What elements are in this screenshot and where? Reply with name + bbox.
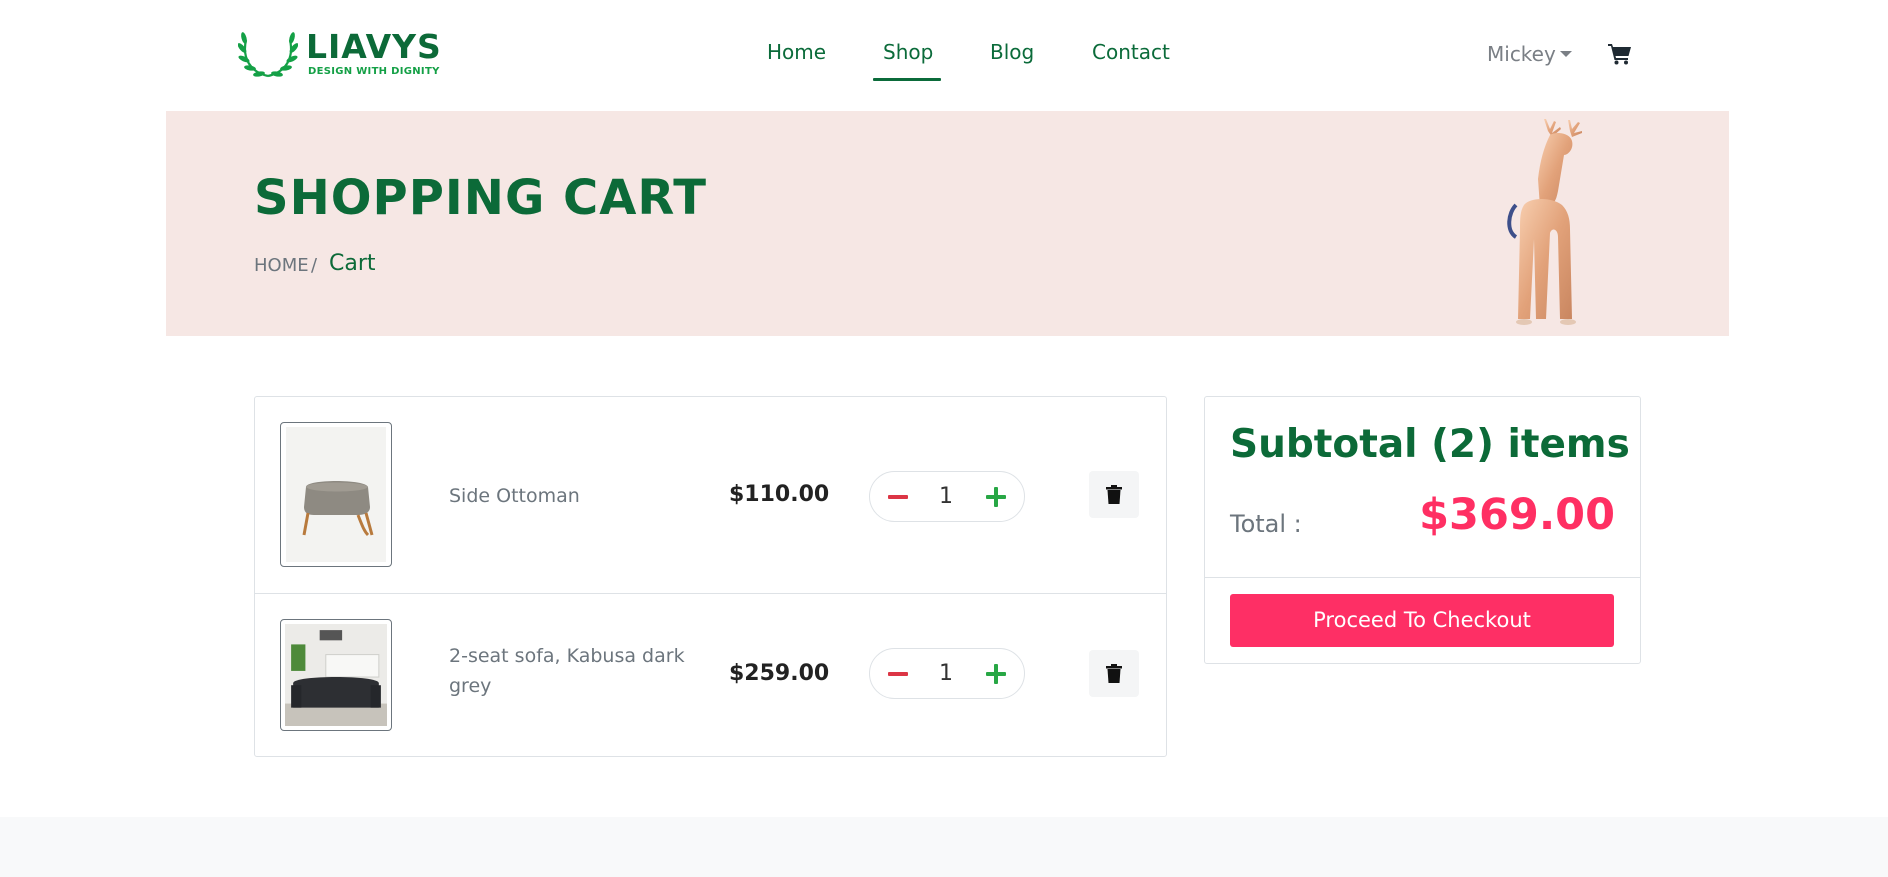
user-dropdown[interactable]: Mickey — [1487, 42, 1572, 66]
page-title: SHOPPING CART — [254, 170, 707, 226]
user-name: Mickey — [1487, 42, 1556, 66]
minus-icon[interactable] — [888, 665, 908, 683]
trash-icon — [1106, 664, 1122, 683]
plus-icon[interactable] — [986, 664, 1006, 684]
cart-icon[interactable] — [1608, 43, 1632, 65]
sofa-image[interactable] — [280, 619, 392, 731]
cart-list: Side Ottoman $110.00 1 2-seat sofa, Kabu… — [254, 396, 1167, 757]
breadcrumb-current: Cart — [329, 251, 376, 276]
item-price: $110.00 — [729, 482, 830, 507]
breadcrumb-separator: / — [311, 255, 318, 276]
brand-logo[interactable]: LIAVYS DESIGN WITH DIGNITY — [238, 26, 441, 82]
brand-tagline: DESIGN WITH DIGNITY — [308, 66, 440, 77]
navbar: LIAVYS DESIGN WITH DIGNITY Home Shop Blo… — [0, 0, 1888, 111]
brand-name: LIAVYS — [306, 27, 442, 66]
deer-figurine-image — [1507, 119, 1582, 325]
trash-icon — [1106, 485, 1122, 504]
quantity-stepper: 1 — [869, 471, 1025, 522]
plus-icon[interactable] — [986, 487, 1006, 507]
order-summary: Subtotal (2) items Total : $369.00 Proce… — [1204, 396, 1641, 664]
laurel-wreath-icon — [238, 32, 298, 78]
nav-active-indicator — [873, 78, 941, 81]
nav-shop[interactable]: Shop — [883, 40, 933, 64]
nav-blog[interactable]: Blog — [990, 40, 1034, 64]
total-label: Total : — [1230, 510, 1302, 538]
quantity-stepper: 1 — [869, 648, 1025, 699]
summary-totals: Subtotal (2) items Total : $369.00 — [1205, 397, 1640, 578]
cart-item-row: Side Ottoman $110.00 1 — [255, 397, 1166, 594]
nav-contact[interactable]: Contact — [1092, 40, 1170, 64]
footer — [0, 817, 1888, 877]
quantity-value: 1 — [939, 661, 953, 686]
remove-item-button[interactable] — [1089, 471, 1139, 518]
total-value: $369.00 — [1419, 490, 1615, 540]
breadcrumb-home[interactable]: HOME — [254, 255, 309, 277]
item-name[interactable]: 2-seat sofa, Kabusa dark grey — [449, 641, 689, 701]
item-name[interactable]: Side Ottoman — [449, 481, 689, 511]
minus-icon[interactable] — [888, 488, 908, 506]
nav-home[interactable]: Home — [767, 40, 826, 64]
cart-item-row: 2-seat sofa, Kabusa dark grey $259.00 1 — [255, 594, 1166, 756]
quantity-value: 1 — [939, 484, 953, 509]
checkout-button[interactable]: Proceed To Checkout — [1230, 594, 1614, 647]
remove-item-button[interactable] — [1089, 650, 1139, 697]
caret-down-icon — [1559, 50, 1572, 57]
ottoman-image[interactable] — [280, 422, 392, 567]
subtotal-heading: Subtotal (2) items — [1230, 422, 1630, 467]
item-price: $259.00 — [729, 661, 830, 686]
page-banner: SHOPPING CART HOME / Cart — [166, 111, 1729, 336]
